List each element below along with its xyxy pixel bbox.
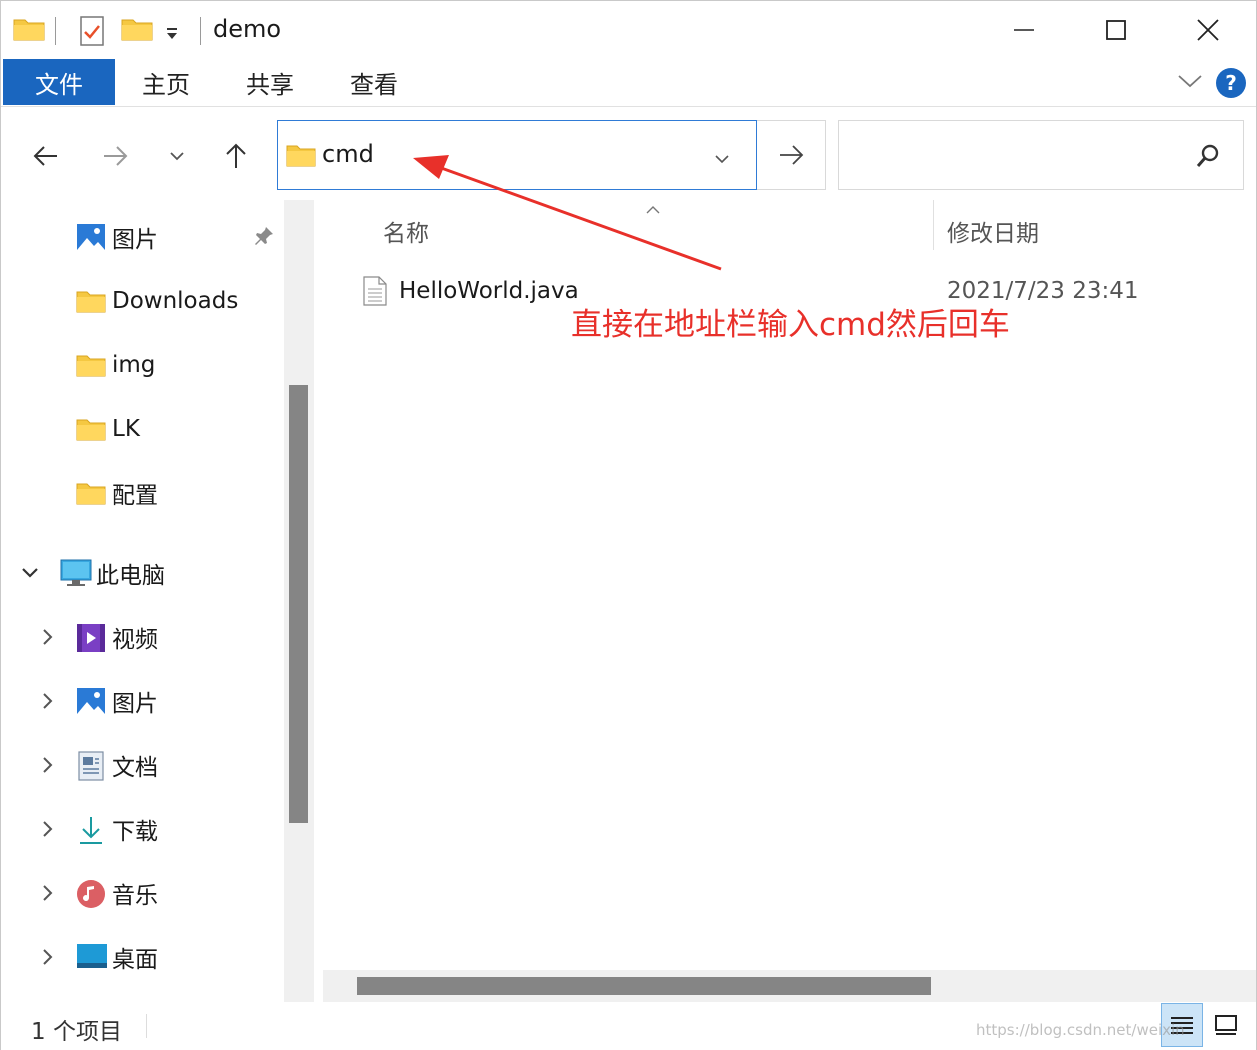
ribbon-tabs: 文件 主页 共享 查看 ? bbox=[1, 59, 1256, 107]
maximize-icon bbox=[1106, 20, 1126, 40]
sidebar-item-label: 图片 bbox=[112, 691, 158, 717]
forward-button[interactable] bbox=[95, 136, 135, 176]
sidebar-item-label: 此电脑 bbox=[96, 563, 165, 589]
pictures-icon bbox=[76, 687, 106, 715]
sidebar-item-config[interactable]: 配置 bbox=[1, 473, 284, 513]
arrow-right-icon bbox=[780, 145, 804, 165]
folder-icon bbox=[76, 481, 106, 509]
up-button[interactable] bbox=[216, 136, 256, 176]
help-button[interactable]: ? bbox=[1216, 68, 1246, 98]
sidebar-item-label: 配置 bbox=[112, 483, 158, 509]
status-separator bbox=[146, 1014, 147, 1038]
address-bar[interactable]: cmd bbox=[277, 120, 757, 190]
chevron-down-icon[interactable] bbox=[20, 563, 40, 587]
sidebar-item-img[interactable]: img bbox=[1, 345, 284, 385]
window-title: demo bbox=[213, 15, 282, 43]
chevron-right-icon[interactable] bbox=[37, 755, 57, 775]
documents-icon bbox=[78, 751, 108, 781]
folder-icon bbox=[76, 289, 106, 317]
sidebar-item-label: 图片 bbox=[112, 227, 158, 253]
sidebar-item-videos[interactable]: 视频 bbox=[1, 617, 284, 657]
annotation-text: 直接在地址栏输入cmd然后回车 bbox=[571, 307, 1010, 343]
title-bar: demo bbox=[1, 1, 1256, 59]
file-name: HelloWorld.java bbox=[399, 278, 579, 304]
tab-home[interactable]: 主页 bbox=[121, 59, 211, 105]
chevron-down-icon bbox=[170, 152, 184, 161]
sidebar-item-label: 文档 bbox=[112, 755, 158, 781]
pictures-icon bbox=[76, 223, 106, 251]
download-icon bbox=[78, 815, 108, 844]
arrow-up-icon bbox=[226, 143, 246, 168]
minimize-button[interactable] bbox=[978, 1, 1070, 59]
sidebar-item-label: Downloads bbox=[112, 288, 239, 314]
desktop-icon bbox=[76, 943, 107, 971]
sidebar-item-label: LK bbox=[112, 416, 140, 442]
folder-icon bbox=[13, 16, 45, 46]
arrow-left-icon bbox=[33, 146, 57, 166]
maximize-button[interactable] bbox=[1070, 1, 1162, 59]
close-icon bbox=[1197, 19, 1219, 41]
sidebar-item-documents[interactable]: 文档 bbox=[1, 745, 284, 785]
watermark-text: https://blog.csdn.net/weixin bbox=[976, 1021, 1185, 1039]
title-separator bbox=[200, 17, 201, 45]
videos-icon bbox=[76, 623, 106, 652]
chevron-right-icon[interactable] bbox=[37, 819, 57, 839]
sidebar-item-downloads[interactable]: 下载 bbox=[1, 809, 284, 849]
file-explorer-window: demo 文件 主页 共享 查看 ? cmd 图片 Downloads img … bbox=[0, 0, 1257, 1050]
sidebar-item-pictures[interactable]: 图片 bbox=[1, 681, 284, 721]
navigation-pane: 图片 Downloads img LK 配置 此电脑 视频 图片 文档 下载 音… bbox=[1, 200, 284, 1002]
address-dropdown-icon[interactable] bbox=[714, 149, 730, 168]
properties-icon[interactable] bbox=[79, 15, 105, 51]
arrow-right-icon bbox=[104, 146, 128, 166]
sidebar-item-desktop[interactable]: 桌面 bbox=[1, 937, 284, 977]
sidebar-item-label: img bbox=[112, 352, 156, 378]
close-button[interactable] bbox=[1162, 1, 1254, 59]
sidebar-item-music[interactable]: 音乐 bbox=[1, 873, 284, 913]
sidebar-item-downloads-quick[interactable]: Downloads bbox=[1, 281, 284, 321]
sort-ascending-icon bbox=[645, 200, 661, 219]
column-header-date[interactable]: 修改日期 bbox=[947, 214, 1039, 248]
chevron-right-icon[interactable] bbox=[37, 947, 57, 967]
customize-quick-access-icon[interactable] bbox=[165, 25, 179, 44]
folder-icon bbox=[76, 417, 106, 445]
sidebar-item-label: 音乐 bbox=[112, 883, 158, 909]
chevron-right-icon[interactable] bbox=[37, 691, 57, 711]
go-button[interactable] bbox=[757, 120, 826, 190]
new-folder-icon[interactable] bbox=[121, 16, 153, 46]
sidebar-item-pictures-quick[interactable]: 图片 bbox=[1, 217, 284, 257]
item-count: 1 个项目 bbox=[31, 1019, 122, 1045]
search-box[interactable] bbox=[838, 120, 1244, 190]
folder-icon bbox=[76, 353, 106, 381]
computer-icon bbox=[60, 559, 92, 587]
sidebar-item-this-pc[interactable]: 此电脑 bbox=[1, 553, 284, 593]
quick-access-separator bbox=[55, 17, 56, 45]
large-icons-view-icon bbox=[1215, 1015, 1237, 1035]
sidebar-item-lk[interactable]: LK bbox=[1, 409, 284, 449]
chevron-right-icon[interactable] bbox=[37, 883, 57, 903]
address-input[interactable]: cmd bbox=[322, 140, 374, 168]
sidebar-scrollbar-thumb[interactable] bbox=[289, 385, 308, 823]
search-icon[interactable] bbox=[1195, 143, 1221, 173]
chevron-right-icon[interactable] bbox=[37, 627, 57, 647]
tab-file[interactable]: 文件 bbox=[3, 59, 115, 105]
recent-locations-button[interactable] bbox=[157, 136, 197, 176]
large-icons-view-button[interactable] bbox=[1205, 1003, 1247, 1047]
column-header-name[interactable]: 名称 bbox=[383, 214, 429, 248]
sidebar-item-label: 下载 bbox=[112, 819, 158, 845]
minimize-icon bbox=[1014, 29, 1034, 31]
sidebar-item-label: 桌面 bbox=[112, 947, 158, 973]
tab-share[interactable]: 共享 bbox=[225, 59, 315, 105]
column-separator[interactable] bbox=[933, 200, 934, 250]
folder-icon bbox=[286, 143, 316, 171]
expand-ribbon-icon[interactable] bbox=[1177, 73, 1203, 93]
pin-icon[interactable] bbox=[253, 225, 275, 251]
navigation-bar: cmd bbox=[1, 108, 1256, 200]
text-file-icon bbox=[363, 276, 387, 310]
sidebar-item-label: 视频 bbox=[112, 627, 158, 653]
music-icon bbox=[76, 879, 106, 908]
back-button[interactable] bbox=[26, 136, 66, 176]
horizontal-scrollbar-thumb[interactable] bbox=[357, 977, 931, 995]
tab-view[interactable]: 查看 bbox=[329, 59, 419, 105]
